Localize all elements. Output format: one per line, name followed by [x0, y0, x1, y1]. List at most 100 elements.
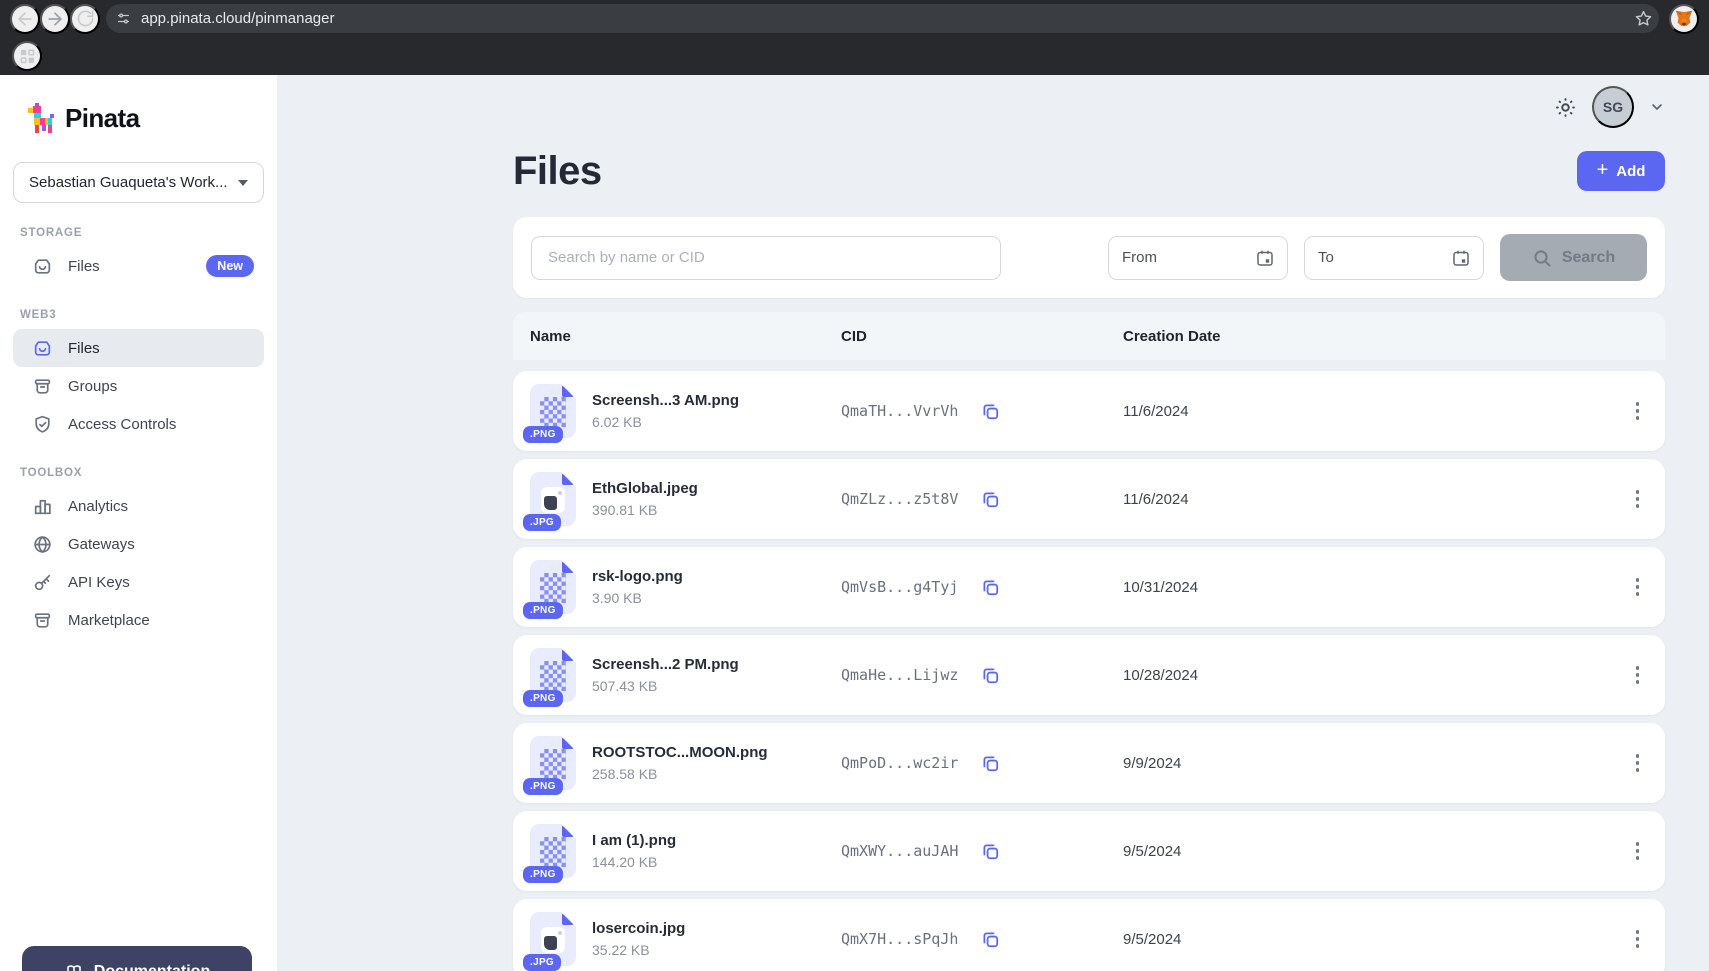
sidebar-item-label: Groups — [68, 378, 117, 395]
sidebar-item-marketplace[interactable]: Marketplace — [13, 601, 264, 639]
sidebar-item-label: API Keys — [68, 574, 130, 591]
file-ext-badge: .JPG — [523, 514, 561, 531]
png-checker-glyph — [540, 397, 566, 427]
logo-wordmark: Pinata — [65, 103, 139, 134]
file-row[interactable]: .PNG rsk-logo.png 3.90 KB QmVsB...g4Tyj … — [513, 547, 1665, 627]
copy-cid-icon[interactable] — [980, 665, 1001, 686]
site-settings-icon[interactable] — [116, 11, 131, 26]
sidebar-item-api-keys[interactable]: API Keys — [13, 563, 264, 601]
search-button[interactable]: Search — [1500, 234, 1647, 281]
main-content: SG Files + Add — [277, 75, 1709, 971]
sidebar-item-files[interactable]: Files — [13, 329, 264, 367]
file-row[interactable]: .PNG I am (1).png 144.20 KB QmXWY...auJA… — [513, 811, 1665, 891]
url-text: app.pinata.cloud/pinmanager — [141, 10, 1634, 27]
file-type-icon: .PNG — [530, 648, 576, 702]
calendar-icon[interactable] — [1255, 248, 1275, 268]
caret-down-icon — [238, 180, 248, 186]
nav-section-label: TOOLBOX — [20, 467, 257, 479]
sidebar-item-label: Marketplace — [68, 612, 150, 629]
plus-icon: + — [1597, 160, 1609, 180]
file-ext-badge: .PNG — [523, 866, 563, 883]
marketplace-icon — [32, 610, 53, 631]
date-from-input[interactable] — [1122, 249, 1255, 266]
file-cid: QmXWY...auJAH — [841, 842, 958, 860]
file-row[interactable]: .PNG Screensh...3 AM.png 6.02 KB QmaTH..… — [513, 371, 1665, 451]
shield-icon — [32, 414, 53, 435]
workspace-selector[interactable]: Sebastian Guaqueta's Work... — [13, 162, 264, 203]
theme-toggle-sun-icon[interactable] — [1554, 96, 1577, 119]
copy-cid-icon[interactable] — [980, 401, 1001, 422]
reload-icon[interactable] — [70, 4, 100, 34]
analytics-icon — [32, 496, 53, 517]
bookmark-star-icon[interactable] — [1634, 9, 1653, 28]
file-ext-badge: .PNG — [523, 602, 563, 619]
file-row[interactable]: .PNG ROOTSTOC...MOON.png 258.58 KB QmPoD… — [513, 723, 1665, 803]
key-icon — [32, 572, 53, 593]
sidebar-item-label: Files — [68, 340, 100, 357]
copy-cid-icon[interactable] — [980, 841, 1001, 862]
account-chevron-down-icon[interactable] — [1649, 99, 1665, 115]
date-to-field[interactable] — [1304, 236, 1484, 280]
file-ext-badge: .PNG — [523, 426, 563, 443]
file-size: 35.22 KB — [592, 942, 685, 958]
row-menu-kebab-icon[interactable] — [1630, 572, 1646, 602]
row-menu-kebab-icon[interactable] — [1630, 748, 1646, 778]
sidebar-item-groups[interactable]: Groups — [13, 367, 264, 405]
row-menu-kebab-icon[interactable] — [1630, 924, 1646, 954]
file-row[interactable]: .PNG Screensh...2 PM.png 507.43 KB QmaHe… — [513, 635, 1665, 715]
tab-groups-grid-icon[interactable] — [12, 41, 42, 71]
file-type-icon: .PNG — [530, 824, 576, 878]
sidebar-item-access-controls[interactable]: Access Controls — [13, 405, 264, 443]
column-header-name: Name — [530, 328, 841, 345]
pinata-logo[interactable]: Pinata — [13, 75, 264, 134]
sidebar-item-label: Access Controls — [68, 416, 176, 433]
metamask-extension-icon[interactable] — [1669, 4, 1699, 34]
file-name: Screensh...3 AM.png — [592, 392, 739, 409]
row-menu-kebab-icon[interactable] — [1630, 836, 1646, 866]
file-ext-badge: .PNG — [523, 690, 563, 707]
forward-icon[interactable] — [40, 4, 70, 34]
documentation-button[interactable]: Documentation — [22, 946, 252, 971]
copy-cid-icon[interactable] — [980, 577, 1001, 598]
date-to-input[interactable] — [1318, 249, 1451, 266]
file-creation-date: 11/6/2024 — [1123, 491, 1605, 508]
date-from-field[interactable] — [1108, 236, 1288, 280]
sidebar-item-analytics[interactable]: Analytics — [13, 487, 264, 525]
copy-cid-icon[interactable] — [980, 753, 1001, 774]
file-list: .PNG Screensh...3 AM.png 6.02 KB QmaTH..… — [513, 371, 1665, 971]
calendar-icon[interactable] — [1451, 248, 1471, 268]
back-icon[interactable] — [10, 4, 40, 34]
sidebar-item-files[interactable]: FilesNew — [13, 247, 264, 285]
file-row[interactable]: .JPG EthGlobal.jpeg 390.81 KB QmZLz...z5… — [513, 459, 1665, 539]
row-menu-kebab-icon[interactable] — [1630, 396, 1646, 426]
column-header-creation-date: Creation Date — [1123, 328, 1605, 345]
png-checker-glyph — [540, 661, 566, 691]
file-cid: QmaTH...VvrVh — [841, 402, 958, 420]
file-cid: QmZLz...z5t8V — [841, 490, 958, 508]
file-type-icon: .PNG — [530, 736, 576, 790]
sidebar-item-label: Gateways — [68, 536, 135, 553]
avatar[interactable]: SG — [1592, 86, 1634, 128]
new-badge: New — [206, 255, 254, 277]
file-type-icon: .JPG — [530, 912, 576, 966]
search-input[interactable] — [531, 236, 1001, 280]
sidebar-nav: STORAGEFilesNewWEB3FilesGroupsAccess Con… — [13, 227, 264, 639]
row-menu-kebab-icon[interactable] — [1630, 660, 1646, 690]
filter-panel: Search — [513, 217, 1665, 298]
file-name: ROOTSTOC...MOON.png — [592, 744, 768, 761]
file-cid: QmPoD...wc2ir — [841, 754, 958, 772]
file-type-icon: .PNG — [530, 560, 576, 614]
file-creation-date: 10/31/2024 — [1123, 579, 1605, 596]
workspace-name: Sebastian Guaqueta's Work... — [29, 174, 228, 191]
row-menu-kebab-icon[interactable] — [1630, 484, 1646, 514]
copy-cid-icon[interactable] — [980, 489, 1001, 510]
sidebar-item-gateways[interactable]: Gateways — [13, 525, 264, 563]
file-row[interactable]: .JPG losercoin.jpg 35.22 KB QmX7H...sPqJ… — [513, 899, 1665, 971]
file-size: 3.90 KB — [592, 590, 683, 606]
address-bar[interactable]: app.pinata.cloud/pinmanager — [106, 4, 1659, 33]
add-button[interactable]: + Add — [1577, 151, 1665, 191]
folded-corner — [562, 912, 576, 926]
file-name: losercoin.jpg — [592, 920, 685, 937]
file-name: EthGlobal.jpeg — [592, 480, 698, 497]
copy-cid-icon[interactable] — [980, 929, 1001, 950]
